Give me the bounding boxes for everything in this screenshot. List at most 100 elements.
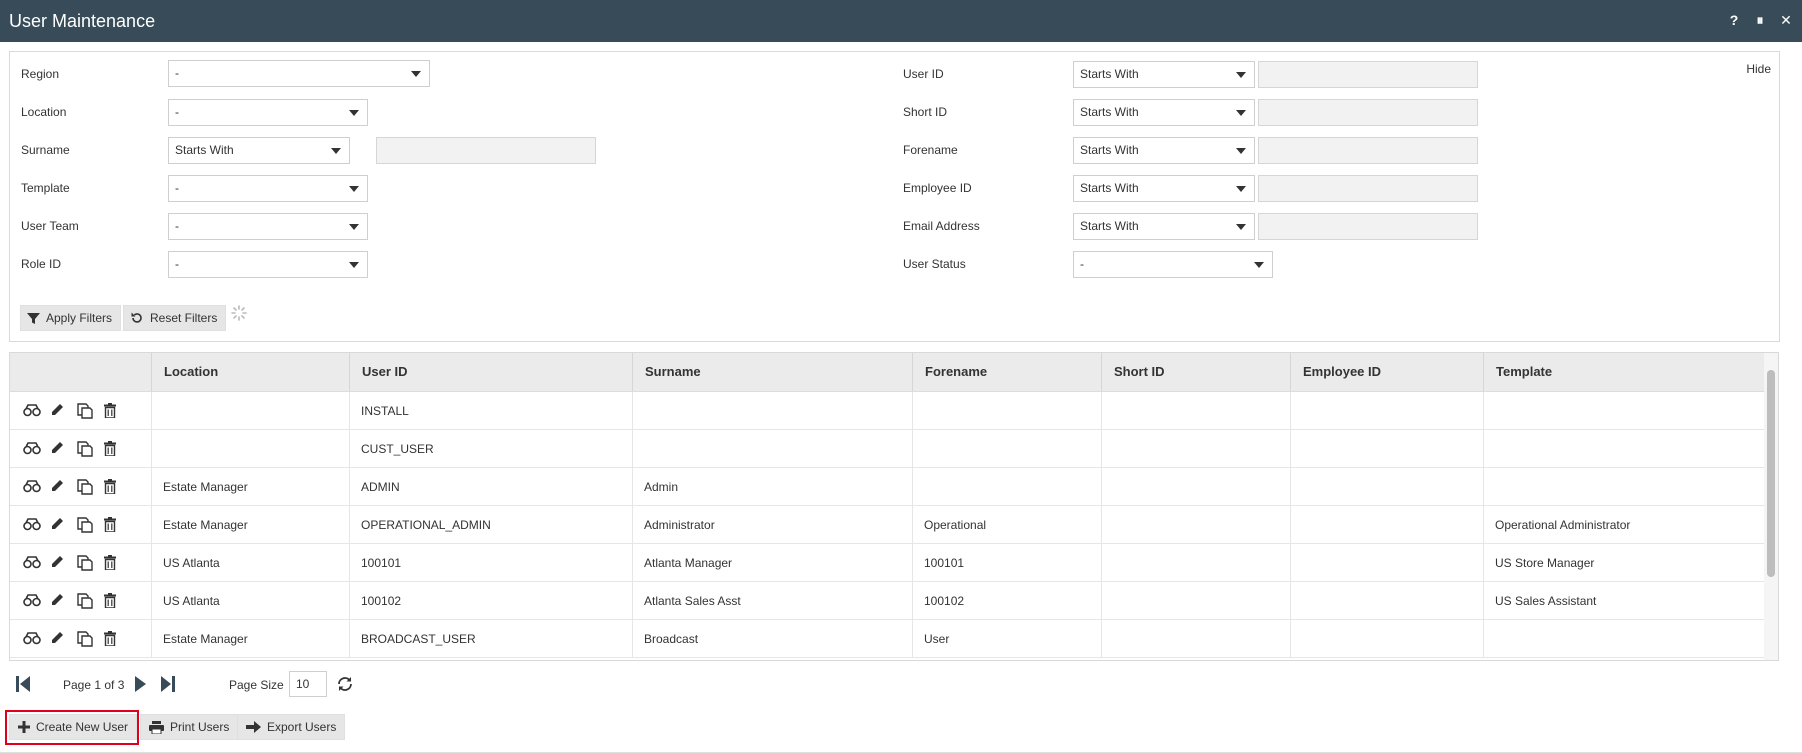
copy-icon[interactable] <box>77 517 95 533</box>
trash-icon[interactable] <box>104 517 122 533</box>
chevron-down-icon <box>411 71 421 77</box>
cell-location: Estate Manager <box>151 620 349 658</box>
user-id-input[interactable] <box>1258 61 1478 88</box>
user-team-select[interactable]: - <box>168 213 368 240</box>
user-status-select[interactable]: - <box>1073 251 1273 278</box>
binoculars-icon[interactable] <box>23 631 41 647</box>
apply-filters-button[interactable]: Apply Filters <box>20 305 122 331</box>
binoculars-icon[interactable] <box>23 403 41 419</box>
copy-icon[interactable] <box>77 403 95 419</box>
table-row[interactable]: US Atlanta 100101 Atlanta Manager 100101 US … <box>10 544 1778 582</box>
trash-icon[interactable] <box>104 403 122 419</box>
column-header-template[interactable]: Template <box>1483 353 1765 391</box>
pencil-icon[interactable] <box>50 517 68 533</box>
table-row[interactable]: US Atlanta 100102 Atlanta Sales Asst 100102… <box>10 582 1778 620</box>
binoculars-icon[interactable] <box>23 441 41 457</box>
email-address-input[interactable] <box>1258 213 1478 240</box>
export-users-button[interactable]: Export Users <box>237 714 346 740</box>
region-select[interactable]: - <box>168 60 430 87</box>
scrollbar-thumb[interactable] <box>1767 370 1775 577</box>
employee-id-operator-select[interactable]: Starts With <box>1073 175 1255 202</box>
users-grid: Location User ID Surname Forename Short … <box>9 352 1779 661</box>
close-icon[interactable]: ✕ <box>1778 12 1794 29</box>
copy-icon[interactable] <box>77 479 95 495</box>
pencil-icon[interactable] <box>50 631 68 647</box>
column-header-location[interactable]: Location <box>151 353 349 391</box>
grid-header: Location User ID Surname Forename Short … <box>10 353 1778 392</box>
trash-icon[interactable] <box>104 631 122 647</box>
row-actions <box>23 403 122 419</box>
pencil-icon[interactable] <box>50 441 68 457</box>
trash-icon[interactable] <box>104 441 122 457</box>
pager: Page 1 of 3 Page Size 10 <box>14 670 374 700</box>
region-select-value: - <box>175 66 179 80</box>
pencil-icon[interactable] <box>50 593 68 609</box>
pencil-icon[interactable] <box>50 555 68 571</box>
forename-input[interactable] <box>1258 137 1478 164</box>
table-row[interactable]: CUST_USER <box>10 430 1778 468</box>
last-page-icon[interactable] <box>161 676 175 692</box>
table-row[interactable]: Estate Manager ADMIN Admin <box>10 468 1778 506</box>
surname-input[interactable] <box>376 137 596 164</box>
email-operator-select[interactable]: Starts With <box>1073 213 1255 240</box>
cell-template <box>1483 392 1765 430</box>
copy-icon[interactable] <box>77 441 95 457</box>
cell-employee-id <box>1290 430 1483 468</box>
reset-filters-label: Reset Filters <box>150 311 218 325</box>
binoculars-icon[interactable] <box>23 555 41 571</box>
column-header-forename[interactable]: Forename <box>912 353 1101 391</box>
forename-operator-select[interactable]: Starts With <box>1073 137 1255 164</box>
hide-filters-link[interactable]: Hide <box>1746 62 1771 76</box>
copy-icon[interactable] <box>77 555 95 571</box>
trash-icon[interactable] <box>104 555 122 571</box>
surname-operator-select[interactable]: Starts With <box>168 137 350 164</box>
column-header-employee-id[interactable]: Employee ID <box>1290 353 1483 391</box>
location-select[interactable]: - <box>168 99 368 126</box>
trash-icon[interactable] <box>104 593 122 609</box>
chevron-down-icon <box>349 262 359 268</box>
row-actions <box>23 631 122 647</box>
pencil-icon[interactable] <box>50 479 68 495</box>
binoculars-icon[interactable] <box>23 517 41 533</box>
vertical-scrollbar[interactable] <box>1764 353 1778 660</box>
employee-id-input[interactable] <box>1258 175 1478 202</box>
user-status-label: User Status <box>903 257 966 271</box>
cell-forename <box>912 392 1101 430</box>
create-new-user-button[interactable]: Create New User <box>9 714 138 740</box>
binoculars-icon[interactable] <box>23 479 41 495</box>
column-header-surname[interactable]: Surname <box>632 353 912 391</box>
cell-employee-id <box>1290 620 1483 658</box>
next-page-icon[interactable] <box>135 676 147 692</box>
print-users-button[interactable]: Print Users <box>140 714 239 740</box>
pause-icon[interactable]: ⏸ <box>1752 12 1768 29</box>
user-id-label: User ID <box>903 67 944 81</box>
user-id-operator-value: Starts With <box>1080 67 1139 81</box>
cell-short-id <box>1101 468 1290 506</box>
page-size-input[interactable]: 10 <box>289 671 327 697</box>
help-icon[interactable]: ? <box>1726 12 1742 29</box>
user-team-select-value: - <box>175 219 179 233</box>
trash-icon[interactable] <box>104 479 122 495</box>
pencil-icon[interactable] <box>50 403 68 419</box>
template-select[interactable]: - <box>168 175 368 202</box>
short-id-operator-select[interactable]: Starts With <box>1073 99 1255 126</box>
table-row[interactable]: Estate Manager BROADCAST_USER Broadcast Use… <box>10 620 1778 658</box>
copy-icon[interactable] <box>77 631 95 647</box>
cell-user-id: 100102 <box>349 582 632 620</box>
column-header-user-id[interactable]: User ID <box>349 353 632 391</box>
refresh-icon[interactable] <box>336 675 354 693</box>
short-id-input[interactable] <box>1258 99 1478 126</box>
table-row[interactable]: Estate Manager OPERATIONAL_ADMIN Administr… <box>10 506 1778 544</box>
copy-icon[interactable] <box>77 593 95 609</box>
first-page-icon[interactable] <box>16 676 30 692</box>
user-id-operator-select[interactable]: Starts With <box>1073 61 1255 88</box>
table-row[interactable]: INSTALL <box>10 392 1778 430</box>
cell-user-id: BROADCAST_USER <box>349 620 632 658</box>
role-id-select[interactable]: - <box>168 251 368 278</box>
binoculars-icon[interactable] <box>23 593 41 609</box>
reset-filters-button[interactable]: Reset Filters <box>123 305 227 331</box>
chevron-down-icon <box>349 224 359 230</box>
row-actions <box>23 479 122 495</box>
column-header-short-id[interactable]: Short ID <box>1101 353 1290 391</box>
short-id-label: Short ID <box>903 105 948 119</box>
